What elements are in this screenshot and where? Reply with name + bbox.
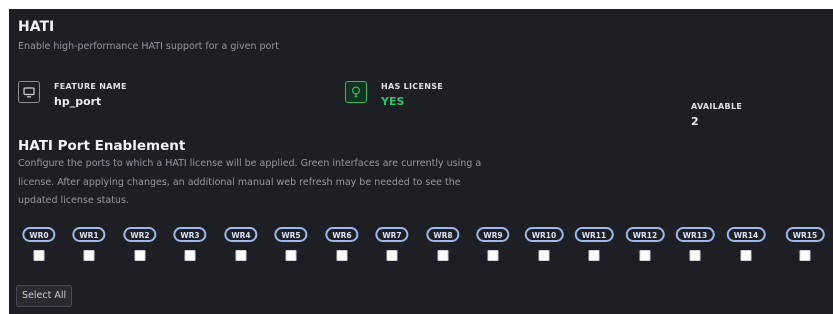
port-chip: WR11 (574, 227, 614, 242)
feature-name-value: hp_port (54, 95, 102, 108)
section-description: Configure the ports to which a HATI lice… (18, 158, 482, 206)
port-checkbox[interactable] (33, 250, 45, 261)
port-item: WR6 (322, 227, 362, 267)
feature-name-label: FEATURE NAME (54, 82, 127, 91)
port-chip: WR14 (726, 227, 766, 242)
port-chip: WR4 (224, 227, 258, 242)
port-checkbox[interactable] (799, 250, 811, 261)
port-chip: WR1 (72, 227, 106, 242)
port-checkbox[interactable] (740, 250, 752, 261)
port-checkbox[interactable] (538, 250, 550, 261)
port-chip: WR15 (785, 227, 825, 242)
port-chip: WR10 (524, 227, 564, 242)
available-value: 2 (691, 115, 699, 128)
port-item: WR0 (19, 227, 59, 267)
port-item: WR12 (625, 227, 665, 267)
monitor-icon (18, 81, 40, 103)
has-license-value: YES (381, 95, 405, 108)
port-item: WR3 (170, 227, 210, 267)
port-item: WR4 (221, 227, 261, 267)
panel-subtitle: Enable high-performance HATI support for… (18, 41, 279, 52)
port-checkbox[interactable] (285, 250, 297, 261)
port-item: WR8 (423, 227, 463, 267)
panel-title: HATI (18, 19, 55, 35)
port-item: WR2 (120, 227, 160, 267)
port-checkbox[interactable] (437, 250, 449, 261)
port-item: WR13 (675, 227, 715, 267)
port-checkbox[interactable] (336, 250, 348, 261)
port-item: WR7 (372, 227, 412, 267)
port-item: WR15 (785, 227, 825, 267)
lightbulb-icon (345, 81, 367, 103)
port-chip: WR6 (325, 227, 359, 242)
port-item: WR11 (574, 227, 614, 267)
port-chip: WR5 (274, 227, 308, 242)
hati-panel: HATI Enable high-performance HATI suppor… (9, 9, 833, 314)
port-chip: WR0 (22, 227, 56, 242)
section-title: HATI Port Enablement (18, 138, 186, 154)
port-item: WR14 (726, 227, 766, 267)
port-checkbox[interactable] (487, 250, 499, 261)
port-list: WR0 WR1 WR2 WR3 WR4 WR5 WR6 WR7 WR8 WR9 … (19, 227, 829, 267)
port-chip: WR3 (173, 227, 207, 242)
select-all-button[interactable]: Select All (16, 285, 73, 307)
port-item: WR1 (69, 227, 109, 267)
port-item: WR5 (271, 227, 311, 267)
port-chip: WR9 (476, 227, 510, 242)
port-item: WR9 (473, 227, 513, 267)
port-chip: WR7 (375, 227, 409, 242)
port-checkbox[interactable] (235, 250, 247, 261)
port-chip: WR12 (625, 227, 665, 242)
port-checkbox[interactable] (639, 250, 651, 261)
port-checkbox[interactable] (83, 250, 95, 261)
port-checkbox[interactable] (386, 250, 398, 261)
port-checkbox[interactable] (184, 250, 196, 261)
port-chip: WR2 (123, 227, 157, 242)
port-item: WR10 (524, 227, 564, 267)
port-chip: WR13 (675, 227, 715, 242)
port-checkbox[interactable] (134, 250, 146, 261)
port-checkbox[interactable] (588, 250, 600, 261)
available-label: AVAILABLE (691, 102, 743, 111)
port-chip: WR8 (426, 227, 460, 242)
port-checkbox[interactable] (689, 250, 701, 261)
has-license-label: HAS LICENSE (381, 82, 444, 91)
